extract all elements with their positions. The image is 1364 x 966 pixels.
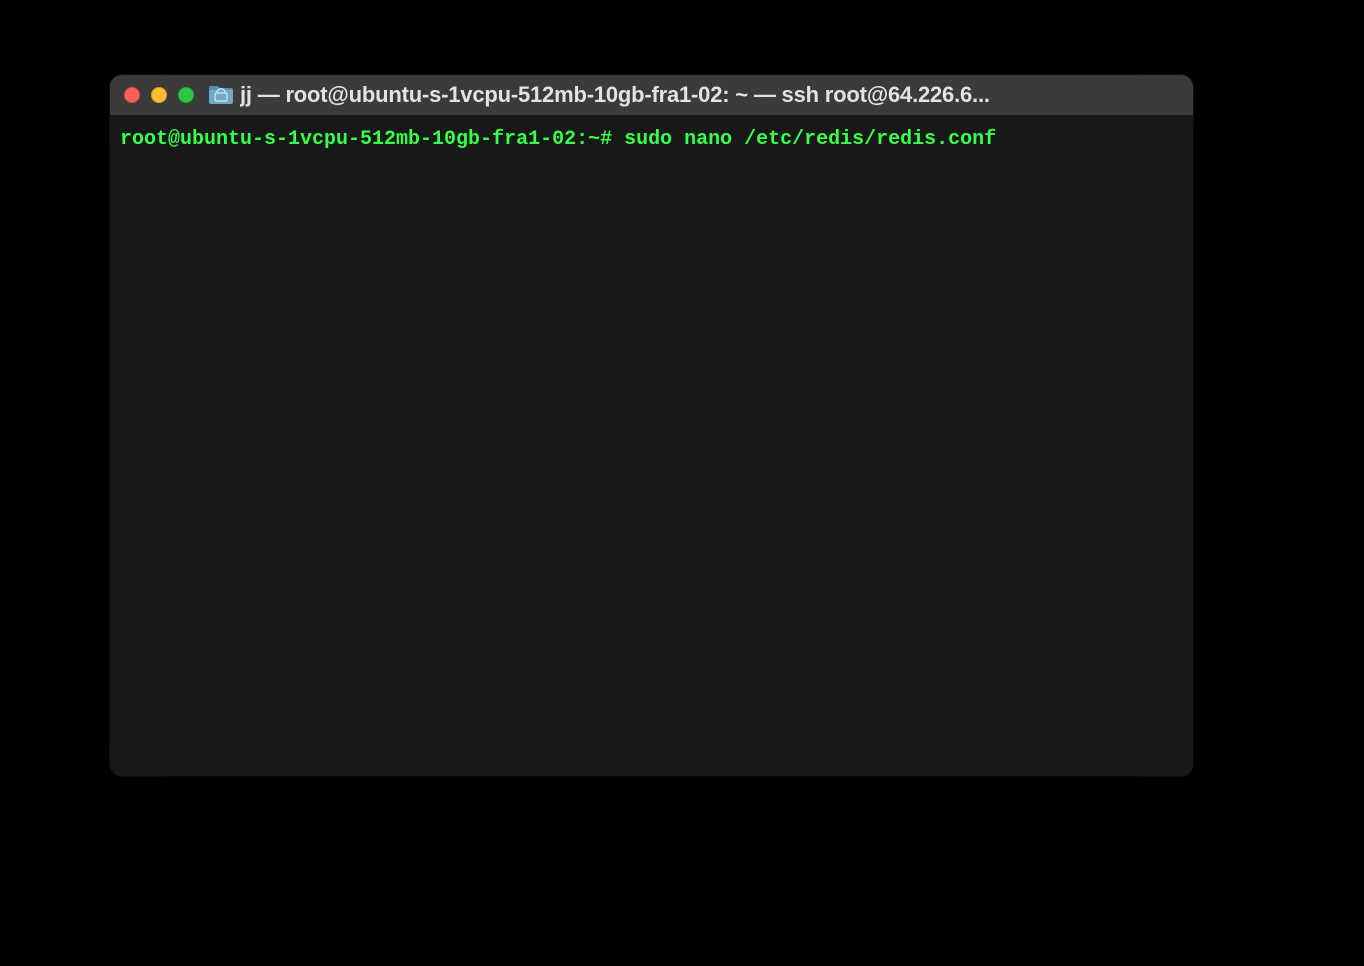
close-button[interactable] <box>124 87 140 103</box>
traffic-lights <box>124 87 194 103</box>
titlebar[interactable]: jj — root@ubuntu-s-1vcpu-512mb-10gb-fra1… <box>110 75 1193 115</box>
terminal-window[interactable]: jj — root@ubuntu-s-1vcpu-512mb-10gb-fra1… <box>110 75 1193 776</box>
minimize-button[interactable] <box>151 87 167 103</box>
folder-icon <box>208 85 234 105</box>
window-title: jj — root@ubuntu-s-1vcpu-512mb-10gb-fra1… <box>240 82 1179 108</box>
command-text: sudo nano /etc/redis/redis.conf <box>624 128 996 151</box>
prompt-text: root@ubuntu-s-1vcpu-512mb-10gb-fra1-02:~… <box>120 128 612 151</box>
maximize-button[interactable] <box>178 87 194 103</box>
terminal-body[interactable]: root@ubuntu-s-1vcpu-512mb-10gb-fra1-02:~… <box>110 115 1193 776</box>
